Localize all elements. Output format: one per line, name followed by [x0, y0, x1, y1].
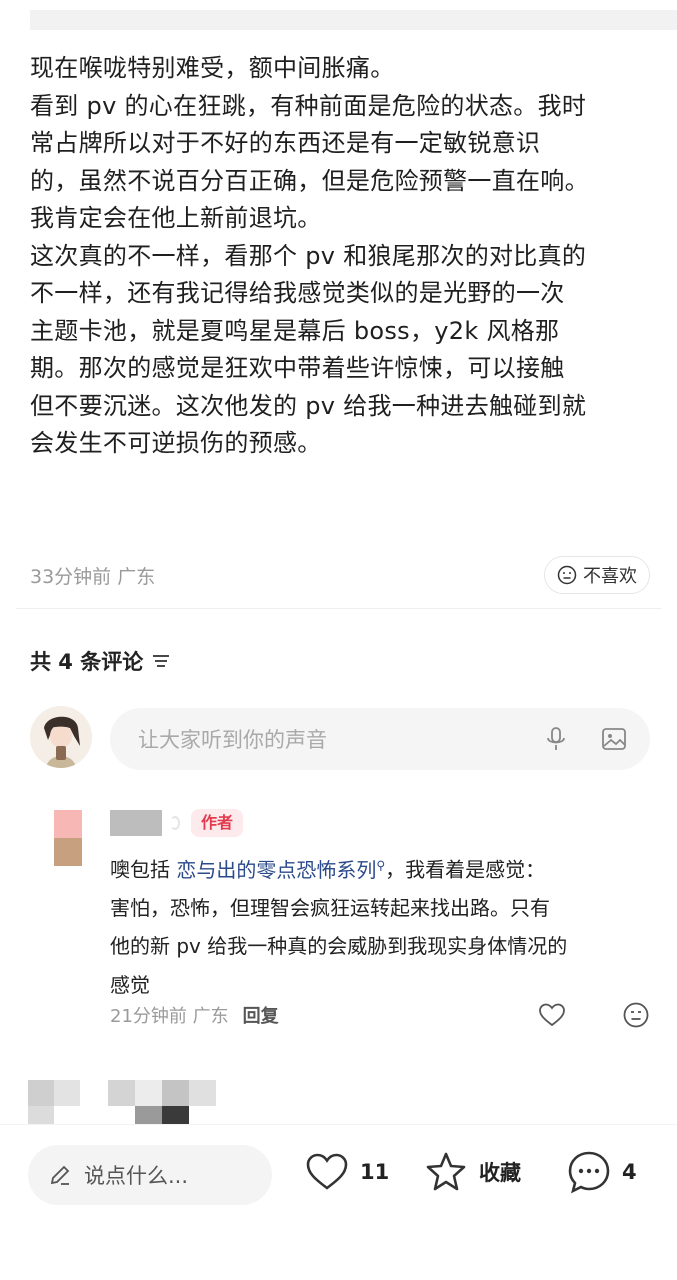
say-something-placeholder: 说点什么... [84, 1164, 189, 1188]
heart-icon[interactable] [538, 1002, 566, 1028]
bottom-action-bar: 说点什么... 11 收藏 4 [0, 1124, 677, 1280]
author-tag: 作者 [191, 809, 244, 837]
comment-line: 害怕，恐怖，但理智会疯狂运转起来找出路。只有 [110, 895, 550, 920]
post-line: 期。那次的感觉是狂欢中带着些许惊悚，可以接触 [30, 354, 565, 382]
dislike-button[interactable]: 不喜欢 [544, 556, 650, 594]
star-icon [426, 1152, 466, 1191]
comment-meta: 21分钟前 广东 回复 [110, 1002, 279, 1028]
divider [16, 608, 661, 609]
post-line: 的，虽然不说百分百正确，但是危险预警一直在响。 [30, 166, 589, 195]
heart-icon [306, 1153, 348, 1190]
comments-count-label: 共 4 条评论 [30, 650, 144, 674]
reply-button[interactable]: 回复 [243, 1002, 279, 1028]
post-line: 不一样，还有我记得给我感觉类似的是光野的一次 [30, 279, 565, 307]
pencil-icon [50, 1165, 70, 1185]
comment-author-name[interactable] [110, 810, 162, 836]
comment-count: 4 [622, 1160, 637, 1184]
topic-link-label: 恋与出的零点恐怖系列 [176, 857, 377, 882]
comments-header[interactable]: 共 4 条评论 [30, 646, 171, 676]
post-meta-row: 33分钟前 广东 不喜欢 [30, 556, 650, 594]
post-line: 现在喉咙特别难受，额中间胀痛。 [30, 54, 395, 82]
comment-avatar[interactable] [54, 810, 82, 866]
comment-time-location: 21分钟前 广东 [110, 1006, 229, 1027]
my-avatar[interactable] [30, 706, 92, 768]
search-icon: ⚲ [376, 858, 386, 872]
post-time-location: 33分钟前 广东 [30, 566, 156, 588]
sort-icon[interactable] [151, 652, 171, 670]
comment-text-prefix: 噢包括 [110, 857, 177, 882]
post-line: 这次真的不一样，看那个 pv 和狼尾那次的对比真的 [30, 241, 587, 270]
image-icon[interactable] [600, 725, 628, 753]
post-line: 会发生不可逆损伤的预感。 [30, 429, 322, 457]
comment-line: 感觉 [110, 972, 150, 997]
comment-button[interactable]: 4 [566, 1149, 637, 1195]
post-line: 看到 pv 的心在狂跳，有种前面是危险的状态。我时 [30, 91, 587, 120]
post-line: 我肯定会在他上新前退坑。 [30, 204, 322, 232]
post-line: 常占牌所以对于不好的东西还是有一定敏锐意识 [30, 129, 541, 157]
comment-text-suffix: ，我看着是感觉： [385, 857, 546, 882]
top-strip [0, 0, 677, 30]
like-button[interactable]: 11 [304, 1149, 389, 1195]
collect-label: 收藏 [479, 1161, 521, 1185]
comment-author-badge [170, 816, 180, 830]
dislike-label: 不喜欢 [583, 566, 637, 587]
comment-input-placeholder: 让大家听到你的声音 [138, 728, 327, 752]
like-count: 11 [360, 1160, 390, 1184]
meh-face-icon [557, 565, 577, 585]
say-something-input[interactable]: 说点什么... [28, 1145, 272, 1205]
comment-text: 噢包括 恋与出的零点恐怖系列⚲，我看着是感觉： 害怕，恐怖，但理智会疯狂运转起来… [110, 846, 650, 1004]
post-body: 现在喉咙特别难受，额中间胀痛。 看到 pv 的心在狂跳，有种前面是危险的状态。我… [30, 50, 650, 463]
topic-link[interactable]: 恋与出的零点恐怖系列⚲ [176, 858, 385, 882]
comment-line: 噢包括 恋与出的零点恐怖系列⚲，我看着是感觉： [110, 846, 650, 889]
microphone-icon[interactable] [542, 725, 570, 753]
meh-face-icon[interactable] [623, 1002, 649, 1028]
post-line: 但不要沉迷。这次他发的 pv 给我一种进去触碰到就 [30, 391, 587, 420]
collect-button[interactable]: 收藏 [423, 1149, 521, 1195]
comment-input[interactable]: 让大家听到你的声音 [110, 708, 650, 770]
comment-bubble-icon [568, 1151, 610, 1194]
post-line: 主题卡池，就是夏鸣星是幕后 boss，y2k 风格那 [30, 316, 560, 345]
comment-line: 他的新 pv 给我一种真的会威胁到我现实身体情况的 [110, 934, 568, 959]
